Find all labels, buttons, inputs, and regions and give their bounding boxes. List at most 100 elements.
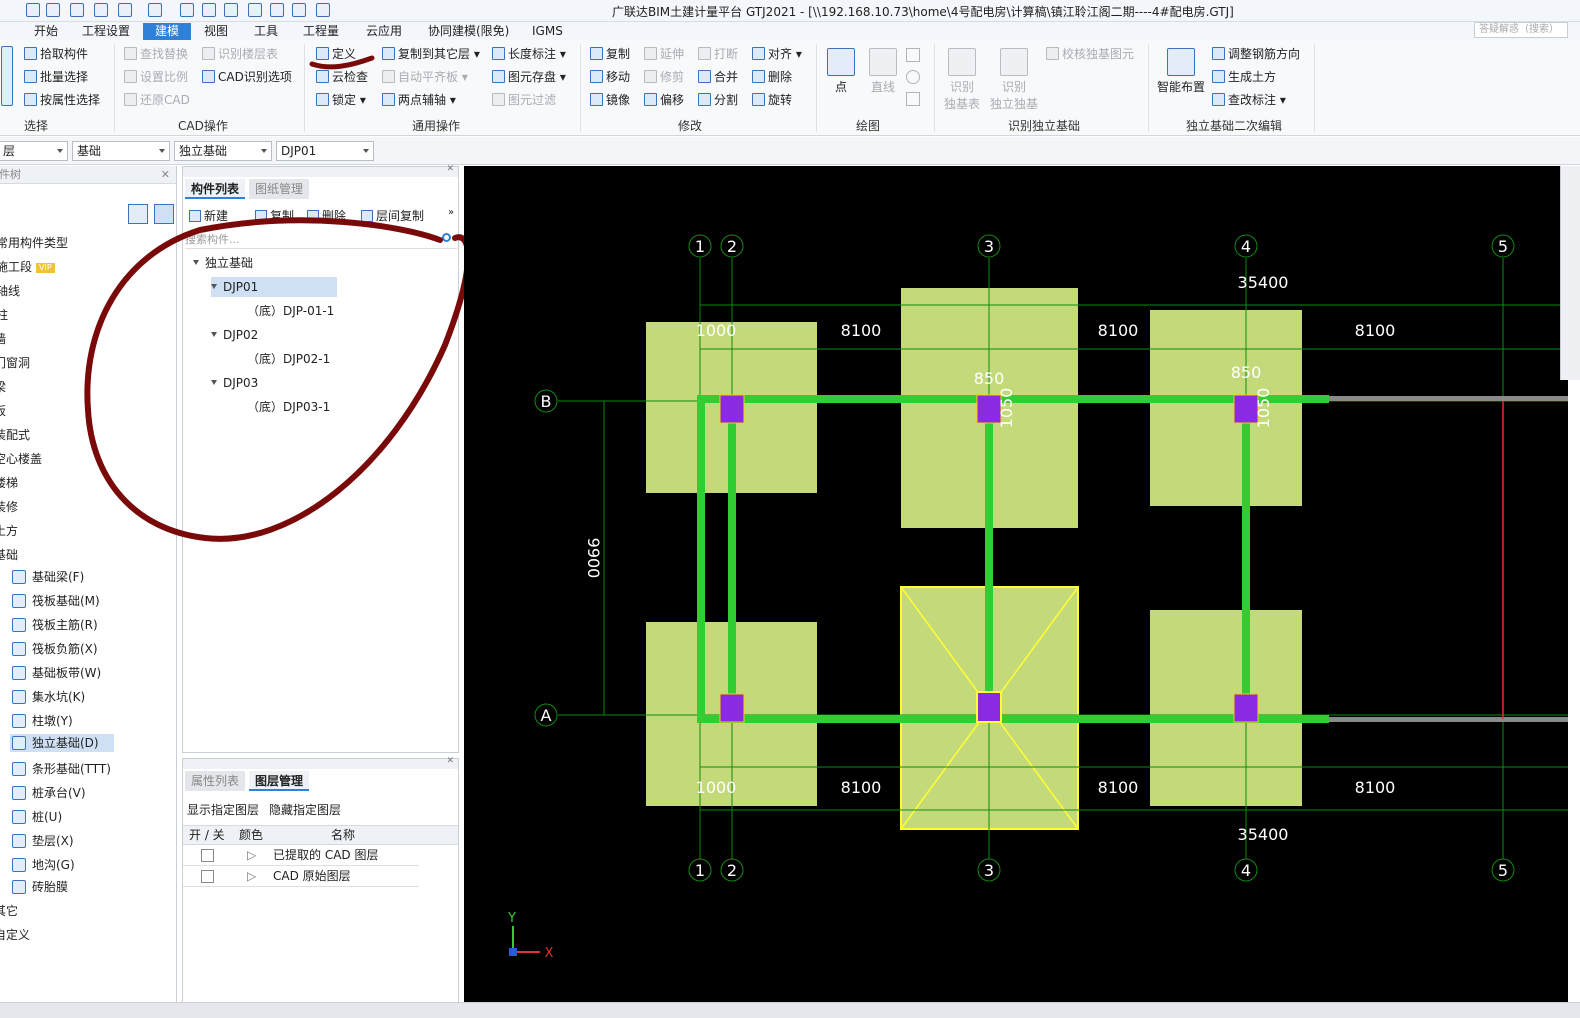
tab-drawing-manager[interactable]: 图纸管理 (249, 179, 310, 199)
tree-item-trench[interactable]: 地沟(G) (12, 856, 75, 874)
menu-project-settings[interactable]: 工程设置 (78, 23, 134, 40)
tree-item-pile[interactable]: 桩(U) (12, 808, 62, 826)
break-button[interactable]: 打断 (698, 45, 738, 63)
tree-item-pile-cap[interactable]: 桩承台(V) (12, 784, 86, 802)
tab-properties[interactable]: 属性列表 (185, 771, 246, 791)
layer-toggle-checkbox[interactable] (201, 849, 214, 862)
merge-button[interactable]: 合并 (698, 68, 738, 86)
tree-node-djp01[interactable]: DJP01 (211, 277, 337, 297)
tree-item-finishing[interactable]: 装修 (0, 498, 18, 516)
align-button[interactable]: 对齐 ▾ (752, 45, 802, 63)
tree-item-raft-neg-rebar[interactable]: 筏板负筋(X) (12, 640, 98, 658)
tree-item-cushion[interactable]: 垫层(X) (12, 832, 74, 850)
open-file-icon[interactable] (70, 3, 84, 17)
identify-foundation-button[interactable]: 识别 独立独基 (990, 48, 1038, 112)
new-file-icon[interactable] (46, 3, 60, 17)
list-view-icon[interactable] (128, 204, 148, 224)
tree-item-sump[interactable]: 集水坑(K) (12, 688, 85, 706)
tree-item-pier[interactable]: 柱墩(Y) (12, 712, 73, 730)
lock-button[interactable]: 锁定 ▾ (316, 91, 366, 109)
collapse-icon[interactable] (211, 332, 217, 337)
define-button[interactable]: 定义 (316, 45, 356, 63)
adjust-rebar-button[interactable]: 调整钢筋方向 (1212, 45, 1300, 63)
grid-icon[interactable] (292, 3, 306, 17)
hide-layer-link[interactable]: 隐藏指定图层 (269, 801, 341, 818)
tree-item-stairs[interactable]: 楼梯 (0, 474, 18, 492)
arc-icon[interactable] (906, 48, 920, 62)
sum-icon[interactable] (180, 3, 194, 17)
edit-icon[interactable] (248, 3, 262, 17)
move-button[interactable]: 移动 (590, 68, 630, 86)
find-replace-button[interactable]: 查找替换 (124, 45, 188, 63)
delete-button[interactable]: 删除 (752, 68, 792, 86)
element-filter-button[interactable]: 图元过滤 (492, 91, 556, 109)
select-by-attr-button[interactable]: 按属性选择 (24, 91, 100, 109)
menu-igms[interactable]: IGMS (528, 23, 567, 40)
tree-leaf-djp01-1[interactable]: （底）DJP-01-1 (247, 301, 334, 321)
cloud-check-button[interactable]: 云检查 (316, 68, 368, 86)
menu-quantities[interactable]: 工程量 (299, 23, 343, 40)
collapse-icon[interactable] (211, 380, 217, 385)
length-mark-button[interactable]: 长度标注 ▾ (492, 45, 566, 63)
cad-drawing[interactable]: 1 2 3 4 5 1 2 3 4 5 B A 35400 1000 8100 … (464, 166, 1568, 1002)
identify-table-button[interactable]: 识别 独基表 (942, 48, 982, 112)
mirror-button[interactable]: 镜像 (590, 91, 630, 109)
view-icon[interactable] (224, 3, 238, 17)
layer-row[interactable]: ▷ 已提取的 CAD 图层 (183, 845, 419, 866)
tree-item-foundation[interactable]: 基础 (0, 546, 18, 564)
category-select[interactable]: 基础 (72, 141, 170, 161)
tree-item-slab[interactable]: 板 (0, 402, 6, 420)
menu-modeling[interactable]: 建模 (143, 23, 191, 40)
tree-view-icon[interactable] (154, 204, 174, 224)
close-icon[interactable]: ✕ (161, 166, 170, 184)
menu-view[interactable]: 视图 (200, 23, 232, 40)
split-button[interactable]: 分割 (698, 91, 738, 109)
menu-collab[interactable]: 协同建模(限免) (424, 23, 513, 40)
export-icon[interactable] (316, 3, 330, 17)
tree-item-prefab[interactable]: 装配式 (0, 426, 30, 444)
expand-icon[interactable]: ▷ (247, 845, 256, 865)
tree-node-djp02[interactable]: DJP02 (211, 325, 258, 345)
generate-earthwork-button[interactable]: 生成土方 (1212, 68, 1276, 86)
more-icon[interactable]: » (448, 207, 454, 218)
tree-item-column[interactable]: 柱 (0, 306, 8, 324)
check-mark-button[interactable]: 查改标注 ▾ (1212, 91, 1286, 109)
identify-floor-table-button[interactable]: 识别楼层表 (202, 45, 278, 63)
element-save-button[interactable]: 图元存盘 ▾ (492, 68, 566, 86)
tree-item-isolated-foundation[interactable]: 独立基础(D) (10, 734, 114, 752)
save-icon[interactable] (94, 3, 108, 17)
component-search-input[interactable]: 搜索构件... (185, 231, 457, 249)
tree-item-hollow-floor[interactable]: 空心楼盖 (0, 450, 42, 468)
smart-layout-button[interactable]: 智能布置 (1156, 48, 1206, 95)
close-icon[interactable]: ✕ (446, 756, 454, 766)
help-search-input[interactable]: 答疑解惑（搜索） (1474, 22, 1568, 38)
copy-button[interactable]: 复制 (590, 45, 630, 63)
set-scale-button[interactable]: 设置比例 (124, 68, 188, 86)
tree-item-strip-foundation[interactable]: 条形基础(TTT) (12, 760, 111, 778)
tree-item-raft[interactable]: 筏板基础(M) (12, 592, 100, 610)
copy-component-button[interactable]: 复制 (255, 207, 294, 224)
tree-item-brick-mold[interactable]: 砖胎膜 (12, 878, 68, 896)
tree-root-isolated-foundation[interactable]: 独立基础 (193, 253, 253, 273)
report-icon[interactable] (202, 3, 216, 17)
tree-item-beam[interactable]: 梁 (0, 378, 6, 396)
draw-line-button[interactable]: 直线 (866, 48, 900, 95)
tree-node-djp03[interactable]: DJP03 (211, 373, 258, 393)
tab-component-list[interactable]: 构件列表 (185, 179, 246, 199)
check-foundation-button[interactable]: 校核独基图元 (1046, 45, 1134, 63)
close-icon[interactable]: ✕ (446, 164, 454, 174)
collapse-icon[interactable] (211, 284, 217, 289)
extend-button[interactable]: 延伸 (644, 45, 684, 63)
menu-cloud[interactable]: 云应用 (362, 23, 406, 40)
undo-icon[interactable] (118, 3, 132, 17)
rotate-button[interactable]: 旋转 (752, 91, 792, 109)
tree-item-slab-strip[interactable]: 基础板带(W) (12, 664, 101, 682)
menu-start[interactable]: 开始 (30, 23, 62, 40)
tree-item-common[interactable]: 常用构件类型 (0, 234, 68, 252)
floor-copy-button[interactable]: 层间复制 (361, 207, 424, 224)
select-button[interactable] (0, 46, 14, 108)
collapse-icon[interactable] (193, 260, 199, 265)
tree-item-other[interactable]: 其它 (0, 902, 18, 920)
auto-align-slab-button[interactable]: 自动平齐板 ▾ (382, 68, 468, 86)
tree-item-openings[interactable]: 门窗洞 (0, 354, 30, 372)
